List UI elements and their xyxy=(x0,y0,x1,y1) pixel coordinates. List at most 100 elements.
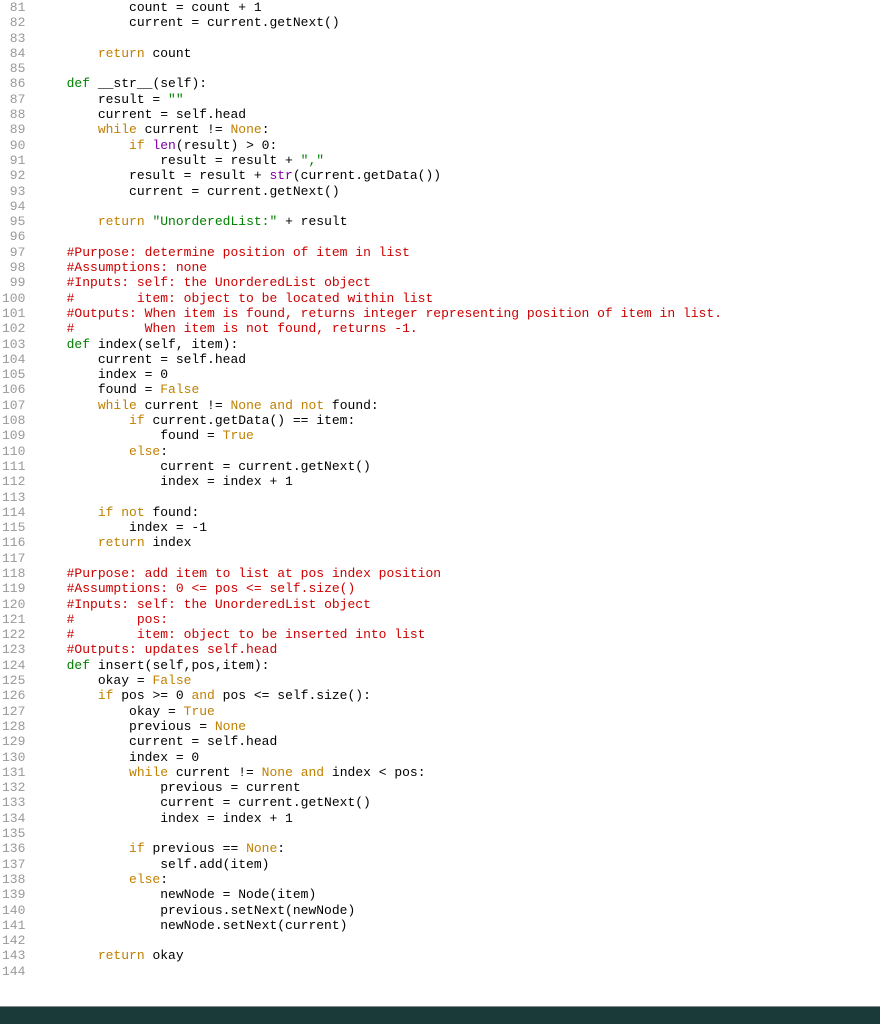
code-line[interactable] xyxy=(35,826,876,841)
code-line[interactable] xyxy=(35,964,876,979)
code-line[interactable]: index = -1 xyxy=(35,520,876,535)
line-number: 120 xyxy=(2,597,25,612)
line-number: 139 xyxy=(2,887,25,902)
code-line[interactable]: return index xyxy=(35,535,876,550)
line-number: 131 xyxy=(2,765,25,780)
code-line[interactable]: okay = True xyxy=(35,704,876,719)
line-number: 101 xyxy=(2,306,25,321)
code-line[interactable]: index = 0 xyxy=(35,367,876,382)
code-line[interactable]: #Assumptions: 0 <= pos <= self.size() xyxy=(35,581,876,596)
code-line[interactable]: else: xyxy=(35,444,876,459)
code-line[interactable]: #Assumptions: none xyxy=(35,260,876,275)
line-number: 99 xyxy=(2,275,25,290)
code-line[interactable]: found = False xyxy=(35,382,876,397)
code-line[interactable]: #Outputs: updates self.head xyxy=(35,642,876,657)
line-number: 121 xyxy=(2,612,25,627)
line-number: 141 xyxy=(2,918,25,933)
code-line[interactable]: result = "" xyxy=(35,92,876,107)
line-number: 104 xyxy=(2,352,25,367)
code-line[interactable]: #Purpose: add item to list at pos index … xyxy=(35,566,876,581)
code-line[interactable]: return "UnorderedList:" + result xyxy=(35,214,876,229)
code-line[interactable] xyxy=(35,490,876,505)
code-line[interactable]: previous.setNext(newNode) xyxy=(35,903,876,918)
code-line[interactable]: okay = False xyxy=(35,673,876,688)
code-line[interactable]: index = index + 1 xyxy=(35,474,876,489)
code-line[interactable] xyxy=(35,61,876,76)
code-line[interactable]: # pos: xyxy=(35,612,876,627)
code-line[interactable] xyxy=(35,31,876,46)
code-line[interactable]: count = count + 1 xyxy=(35,0,876,15)
code-line[interactable]: if previous == None: xyxy=(35,841,876,856)
code-line[interactable]: result = result + str(current.getData()) xyxy=(35,168,876,183)
code-line[interactable] xyxy=(35,933,876,948)
line-number: 118 xyxy=(2,566,25,581)
code-line[interactable]: current = current.getNext() xyxy=(35,795,876,810)
line-number: 135 xyxy=(2,826,25,841)
code-line[interactable]: def insert(self,pos,item): xyxy=(35,658,876,673)
code-line[interactable]: if not found: xyxy=(35,505,876,520)
code-line[interactable]: if pos >= 0 and pos <= self.size(): xyxy=(35,688,876,703)
code-line[interactable] xyxy=(35,229,876,244)
line-number: 115 xyxy=(2,520,25,535)
code-line[interactable]: if current.getData() == item: xyxy=(35,413,876,428)
code-line[interactable]: def __str__(self): xyxy=(35,76,876,91)
line-number: 136 xyxy=(2,841,25,856)
code-line[interactable]: newNode.setNext(current) xyxy=(35,918,876,933)
line-number: 83 xyxy=(2,31,25,46)
line-number: 93 xyxy=(2,184,25,199)
line-number: 114 xyxy=(2,505,25,520)
line-number: 117 xyxy=(2,551,25,566)
line-number-gutter: 8182838485868788899091929394959697989910… xyxy=(0,0,31,979)
code-line[interactable]: # item: object to be inserted into list xyxy=(35,627,876,642)
code-line[interactable]: current = current.getNext() xyxy=(35,184,876,199)
line-number: 132 xyxy=(2,780,25,795)
code-line[interactable]: current = current.getNext() xyxy=(35,15,876,30)
line-number: 82 xyxy=(2,15,25,30)
line-number: 96 xyxy=(2,229,25,244)
code-line[interactable]: self.add(item) xyxy=(35,857,876,872)
code-line[interactable]: previous = None xyxy=(35,719,876,734)
line-number: 129 xyxy=(2,734,25,749)
code-line[interactable] xyxy=(35,199,876,214)
line-number: 123 xyxy=(2,642,25,657)
code-line[interactable]: #Outputs: When item is found, returns in… xyxy=(35,306,876,321)
code-line[interactable]: previous = current xyxy=(35,780,876,795)
code-line[interactable]: #Inputs: self: the UnorderedList object xyxy=(35,597,876,612)
code-line[interactable]: current = self.head xyxy=(35,107,876,122)
line-number: 95 xyxy=(2,214,25,229)
code-line[interactable] xyxy=(35,551,876,566)
code-editor-area[interactable]: count = count + 1 current = current.getN… xyxy=(31,0,880,979)
line-number: 126 xyxy=(2,688,25,703)
line-number: 134 xyxy=(2,811,25,826)
code-line[interactable]: result = result + "," xyxy=(35,153,876,168)
code-line[interactable]: index = index + 1 xyxy=(35,811,876,826)
line-number: 100 xyxy=(2,291,25,306)
code-line[interactable]: # item: object to be located within list xyxy=(35,291,876,306)
code-line[interactable]: else: xyxy=(35,872,876,887)
line-number: 84 xyxy=(2,46,25,61)
line-number: 105 xyxy=(2,367,25,382)
code-line[interactable]: #Inputs: self: the UnorderedList object xyxy=(35,275,876,290)
code-line[interactable]: return okay xyxy=(35,948,876,963)
line-number: 133 xyxy=(2,795,25,810)
code-line[interactable]: #Purpose: determine position of item in … xyxy=(35,245,876,260)
code-line[interactable]: current = self.head xyxy=(35,352,876,367)
code-line[interactable]: current = self.head xyxy=(35,734,876,749)
code-line[interactable]: found = True xyxy=(35,428,876,443)
code-line[interactable]: while current != None and not found: xyxy=(35,398,876,413)
code-line[interactable]: if len(result) > 0: xyxy=(35,138,876,153)
line-number: 89 xyxy=(2,122,25,137)
code-line[interactable]: current = current.getNext() xyxy=(35,459,876,474)
line-number: 111 xyxy=(2,459,25,474)
line-number: 116 xyxy=(2,535,25,550)
code-line[interactable]: return count xyxy=(35,46,876,61)
code-line[interactable]: newNode = Node(item) xyxy=(35,887,876,902)
code-line[interactable]: while current != None and index < pos: xyxy=(35,765,876,780)
line-number: 98 xyxy=(2,260,25,275)
line-number: 112 xyxy=(2,474,25,489)
code-line[interactable]: while current != None: xyxy=(35,122,876,137)
line-number: 119 xyxy=(2,581,25,596)
code-line[interactable]: def index(self, item): xyxy=(35,337,876,352)
code-line[interactable]: index = 0 xyxy=(35,750,876,765)
code-line[interactable]: # When item is not found, returns -1. xyxy=(35,321,876,336)
